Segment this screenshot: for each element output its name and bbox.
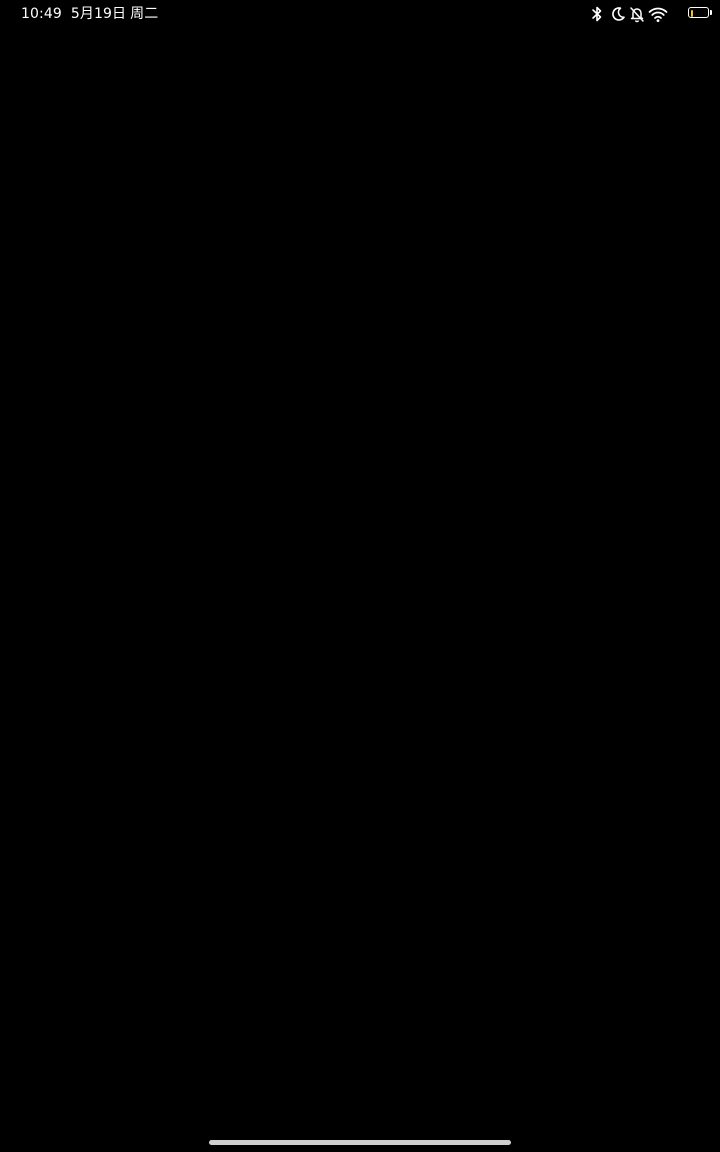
home-indicator[interactable] [209, 1140, 511, 1145]
battery-level-text: 3 [696, 8, 702, 17]
status-icons: 3 [580, 4, 720, 24]
status-bar: 10:49 5月19日 周二 3 [0, 0, 720, 28]
do-not-disturb-moon-icon [610, 5, 626, 23]
clock-weekday: 周二 [130, 6, 159, 22]
battery-icon: 3 [688, 7, 714, 20]
bluetooth-icon [591, 5, 603, 23]
battery-level-fill [691, 10, 693, 17]
status-time-date: 10:49 5月19日 周二 [21, 5, 158, 23]
blank-screen-content [0, 28, 720, 1128]
wifi-icon [648, 5, 668, 23]
clock-time: 10:49 [21, 6, 62, 22]
battery-tip [710, 10, 712, 15]
clock-date: 5月19日 [70, 6, 127, 22]
silent-bell-icon [629, 5, 645, 23]
